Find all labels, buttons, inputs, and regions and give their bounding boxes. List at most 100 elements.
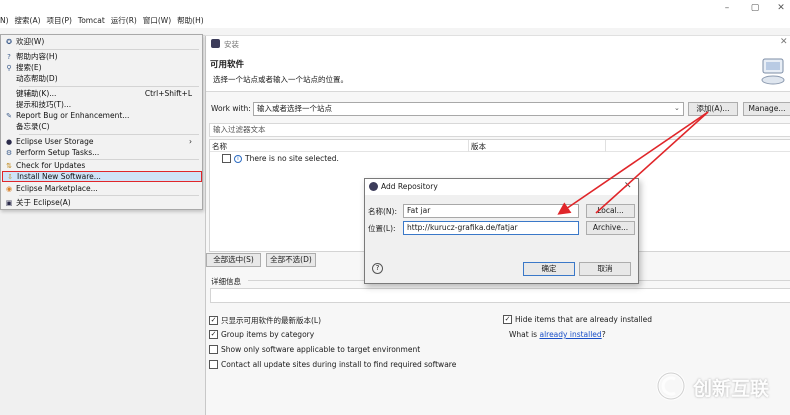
about-icon: ▣ bbox=[5, 198, 13, 207]
watermark-logo-icon bbox=[656, 371, 686, 401]
cancel-button[interactable]: 取消 bbox=[579, 262, 631, 276]
option-hide-installed[interactable]: ✓ Hide items that are already installed bbox=[503, 315, 652, 324]
menu-separator bbox=[19, 49, 199, 50]
name-field[interactable]: Fat jar bbox=[403, 204, 579, 218]
filter-input[interactable]: 输入过滤器文本 bbox=[209, 123, 790, 137]
close-icon[interactable]: ✕ bbox=[780, 37, 788, 47]
already-installed-link[interactable]: already installed bbox=[539, 330, 601, 339]
submenu-arrow-icon: › bbox=[189, 137, 192, 146]
menu-item-label: Eclipse User Storage bbox=[16, 137, 94, 146]
work-with-combo[interactable]: 输入或者选择一个站点 bbox=[253, 102, 684, 116]
menu-window[interactable]: 窗口(W) bbox=[143, 14, 171, 28]
page-subtitle: 选择一个站点或者输入一个站点的位置。 bbox=[213, 75, 348, 84]
column-divider bbox=[468, 140, 469, 152]
menu-item-marketplace[interactable]: ◉ Eclipse Marketplace... bbox=[2, 183, 202, 194]
chevron-down-icon[interactable]: ⌄ bbox=[674, 104, 680, 112]
option-contact-sites[interactable]: Contact all update sites during install … bbox=[209, 360, 456, 369]
details-box bbox=[210, 288, 790, 303]
eclipse-icon bbox=[211, 39, 220, 48]
close-button[interactable]: ✕ bbox=[772, 2, 790, 14]
menu-item-label: Report Bug or Enhancement... bbox=[16, 111, 130, 120]
menu-item-key-assist[interactable]: 键辅助(K)... Ctrl+Shift+L bbox=[2, 88, 202, 99]
local-button[interactable]: Local... bbox=[586, 204, 635, 218]
menu-item-cheat-sheets[interactable]: 备忘录(C) bbox=[2, 121, 202, 132]
option-latest-only[interactable]: ✓ 只显示可用软件的最新版本(L) bbox=[209, 315, 321, 326]
menu-item-search[interactable]: ⚲ 搜索(E) bbox=[2, 62, 202, 73]
search-icon: ⚲ bbox=[6, 63, 12, 72]
menu-item-label: 备忘录(C) bbox=[16, 122, 50, 131]
menu-separator bbox=[19, 86, 199, 87]
menu-tomcat[interactable]: Tomcat bbox=[78, 14, 105, 28]
checkbox[interactable] bbox=[209, 345, 218, 354]
update-icon: ⇅ bbox=[6, 161, 12, 170]
add-repository-titlebar: Add Repository ✕ bbox=[365, 179, 638, 195]
select-all-button[interactable]: 全部选中(S) bbox=[206, 253, 261, 267]
shortcut-label: Ctrl+Shift+L bbox=[144, 89, 192, 98]
close-icon[interactable]: ✕ bbox=[624, 181, 632, 191]
menu-item-dynamic-help[interactable]: 动态帮助(D) bbox=[2, 73, 202, 84]
menu-item-label: 提示和技巧(T)... bbox=[16, 100, 72, 109]
menu-item-help-contents[interactable]: ? 帮助内容(H) bbox=[2, 51, 202, 62]
location-label: 位置(L): bbox=[368, 224, 396, 233]
no-site-message: There is no site selected. bbox=[245, 154, 339, 163]
menu-item-check-updates[interactable]: ⇅ Check for Updates bbox=[2, 160, 202, 171]
what-is-suffix: ? bbox=[601, 330, 606, 339]
menu-item-label: 动态帮助(D) bbox=[16, 74, 58, 83]
ok-button[interactable]: 确定 bbox=[523, 262, 575, 276]
marketplace-icon: ◉ bbox=[5, 184, 13, 193]
menu-search[interactable]: 搜索(A) bbox=[15, 14, 41, 28]
menu-item-label: 搜索(E) bbox=[16, 63, 42, 72]
install-title: 安装 bbox=[224, 40, 239, 49]
menu-run[interactable]: 运行(R) bbox=[111, 14, 137, 28]
menu-item-label: 键辅助(K)... bbox=[16, 89, 57, 98]
menu-item-label: Install New Software... bbox=[17, 172, 101, 181]
option-label: Hide items that are already installed bbox=[515, 315, 653, 324]
option-label: Group items by category bbox=[221, 330, 315, 339]
column-divider bbox=[605, 140, 606, 152]
menu-help[interactable]: 帮助(H) bbox=[177, 14, 204, 28]
menu-item-label: 帮助内容(H) bbox=[16, 52, 58, 61]
menu-item-about[interactable]: ▣ 关于 Eclipse(A) bbox=[2, 197, 202, 208]
deselect-all-button[interactable]: 全部不选(D) bbox=[266, 253, 316, 267]
what-is-installed: What is already installed? bbox=[509, 330, 606, 339]
option-label: 只显示可用软件的最新版本(L) bbox=[221, 316, 322, 325]
location-field[interactable]: http://kurucz-grafika.de/fatjar bbox=[403, 221, 579, 235]
table-row[interactable]: i There is no site selected. bbox=[222, 154, 339, 163]
menu-navigate[interactable]: N) bbox=[0, 14, 9, 28]
menu-item-tips[interactable]: 提示和技巧(T)... bbox=[2, 99, 202, 110]
name-label: 名称(N): bbox=[368, 207, 397, 216]
menu-item-label: Eclipse Marketplace... bbox=[16, 184, 98, 193]
help-menu: ✪ 欢迎(W) ? 帮助内容(H) ⚲ 搜索(E) 动态帮助(D) 键辅助(K)...… bbox=[0, 34, 203, 210]
watermark-text: 创新互联 bbox=[693, 378, 770, 400]
table-header: 名称 版本 bbox=[210, 140, 790, 152]
minimize-button[interactable]: – bbox=[718, 2, 736, 14]
window-titlebar: – ▢ ✕ N) 搜索(A) 项目(P) Tomcat 运行(R) 窗口(W) … bbox=[0, 0, 790, 30]
install-banner: 可用软件 选择一个站点或者输入一个站点的位置。 bbox=[206, 52, 790, 92]
setup-icon: ⚙ bbox=[5, 148, 13, 157]
menu-project[interactable]: 项目(P) bbox=[47, 14, 72, 28]
checkbox[interactable]: ✓ bbox=[209, 316, 218, 325]
checkbox[interactable]: ✓ bbox=[209, 330, 218, 339]
install-banner-icon bbox=[761, 58, 785, 85]
menu-item-user-storage[interactable]: ● Eclipse User Storage › bbox=[2, 136, 202, 147]
menu-item-label: Perform Setup Tasks... bbox=[16, 148, 100, 157]
menu-item-report-bug[interactable]: ✎ Report Bug or Enhancement... bbox=[2, 110, 202, 121]
option-target-env[interactable]: Show only software applicable to target … bbox=[209, 345, 420, 354]
menu-item-welcome[interactable]: ✪ 欢迎(W) bbox=[2, 36, 202, 47]
menu-item-install-new-software[interactable]: ⇩ Install New Software... bbox=[2, 171, 202, 182]
row-checkbox[interactable] bbox=[222, 154, 231, 163]
menu-separator bbox=[19, 195, 199, 196]
help-icon: ? bbox=[7, 52, 11, 61]
manage-button[interactable]: Manage... bbox=[743, 102, 790, 116]
help-icon[interactable]: ? bbox=[372, 263, 383, 274]
watermark-logo: 创新互联 bbox=[655, 370, 785, 402]
menu-item-setup-tasks[interactable]: ⚙ Perform Setup Tasks... bbox=[2, 147, 202, 158]
menu-item-label: 欢迎(W) bbox=[16, 37, 45, 46]
what-is-prefix: What is bbox=[509, 330, 540, 339]
checkbox[interactable]: ✓ bbox=[503, 315, 512, 324]
maximize-button[interactable]: ▢ bbox=[746, 2, 764, 14]
option-group-category[interactable]: ✓ Group items by category bbox=[209, 330, 314, 339]
archive-button[interactable]: Archive... bbox=[586, 221, 635, 235]
checkbox[interactable] bbox=[209, 360, 218, 369]
add-button[interactable]: 添加(A)... bbox=[688, 102, 738, 116]
